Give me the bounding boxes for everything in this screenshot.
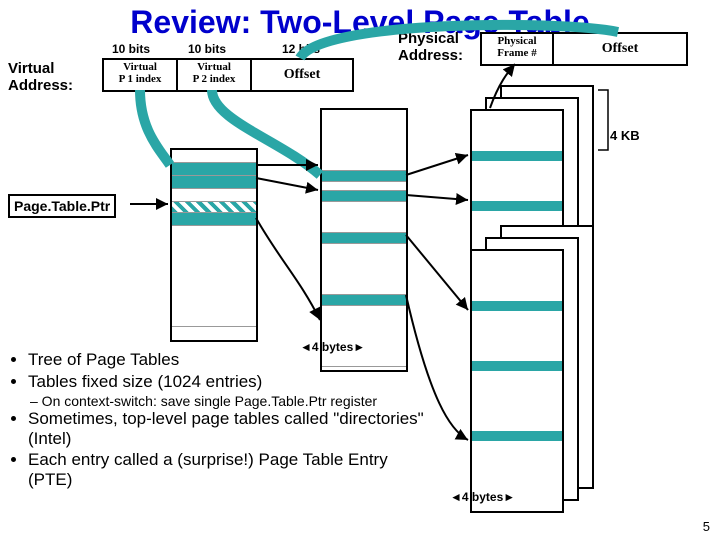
off-name: Offset bbox=[284, 67, 321, 82]
p1-bits: 10 bits bbox=[112, 42, 150, 56]
bullet-3: Sometimes, top-level page tables called … bbox=[28, 409, 430, 448]
p2-name: Virtual P 2 index bbox=[178, 60, 250, 85]
level2-table bbox=[320, 108, 408, 372]
pa-offset-name: Offset bbox=[602, 41, 639, 56]
page-number: 5 bbox=[703, 519, 710, 534]
virtual-address-label: Virtual Address: bbox=[8, 60, 73, 94]
off-box: Offset bbox=[250, 58, 354, 92]
p2-bits: 10 bits bbox=[188, 42, 226, 56]
p1-name: Virtual P 1 index bbox=[104, 60, 176, 85]
p1-box: Virtual P 1 index bbox=[102, 58, 178, 92]
page-size-label: 4 KB bbox=[610, 128, 640, 143]
pa-offset-box: Offset bbox=[552, 32, 688, 66]
bullet-1: Tree of Page Tables bbox=[28, 350, 430, 370]
bullet-2-sub: – On context-switch: save single Page.Ta… bbox=[30, 393, 430, 409]
entry-size-2: ◄4 bytes► bbox=[450, 490, 515, 504]
physical-address-label: Physical Address: bbox=[398, 30, 463, 64]
bullet-list: Tree of Page Tables Tables fixed size (1… bbox=[10, 350, 430, 491]
level1-table bbox=[170, 148, 258, 342]
frame-box: Physical Frame # bbox=[480, 32, 554, 66]
bullet-2: Tables fixed size (1024 entries) bbox=[28, 372, 430, 392]
frame-name: Physical Frame # bbox=[482, 34, 552, 59]
p2-box: Virtual P 2 index bbox=[176, 58, 252, 92]
off-bits: 12 bits bbox=[282, 42, 320, 56]
page-table-ptr: Page.Table.Ptr bbox=[8, 194, 116, 218]
bullet-4: Each entry called a (surprise!) Page Tab… bbox=[28, 450, 430, 489]
